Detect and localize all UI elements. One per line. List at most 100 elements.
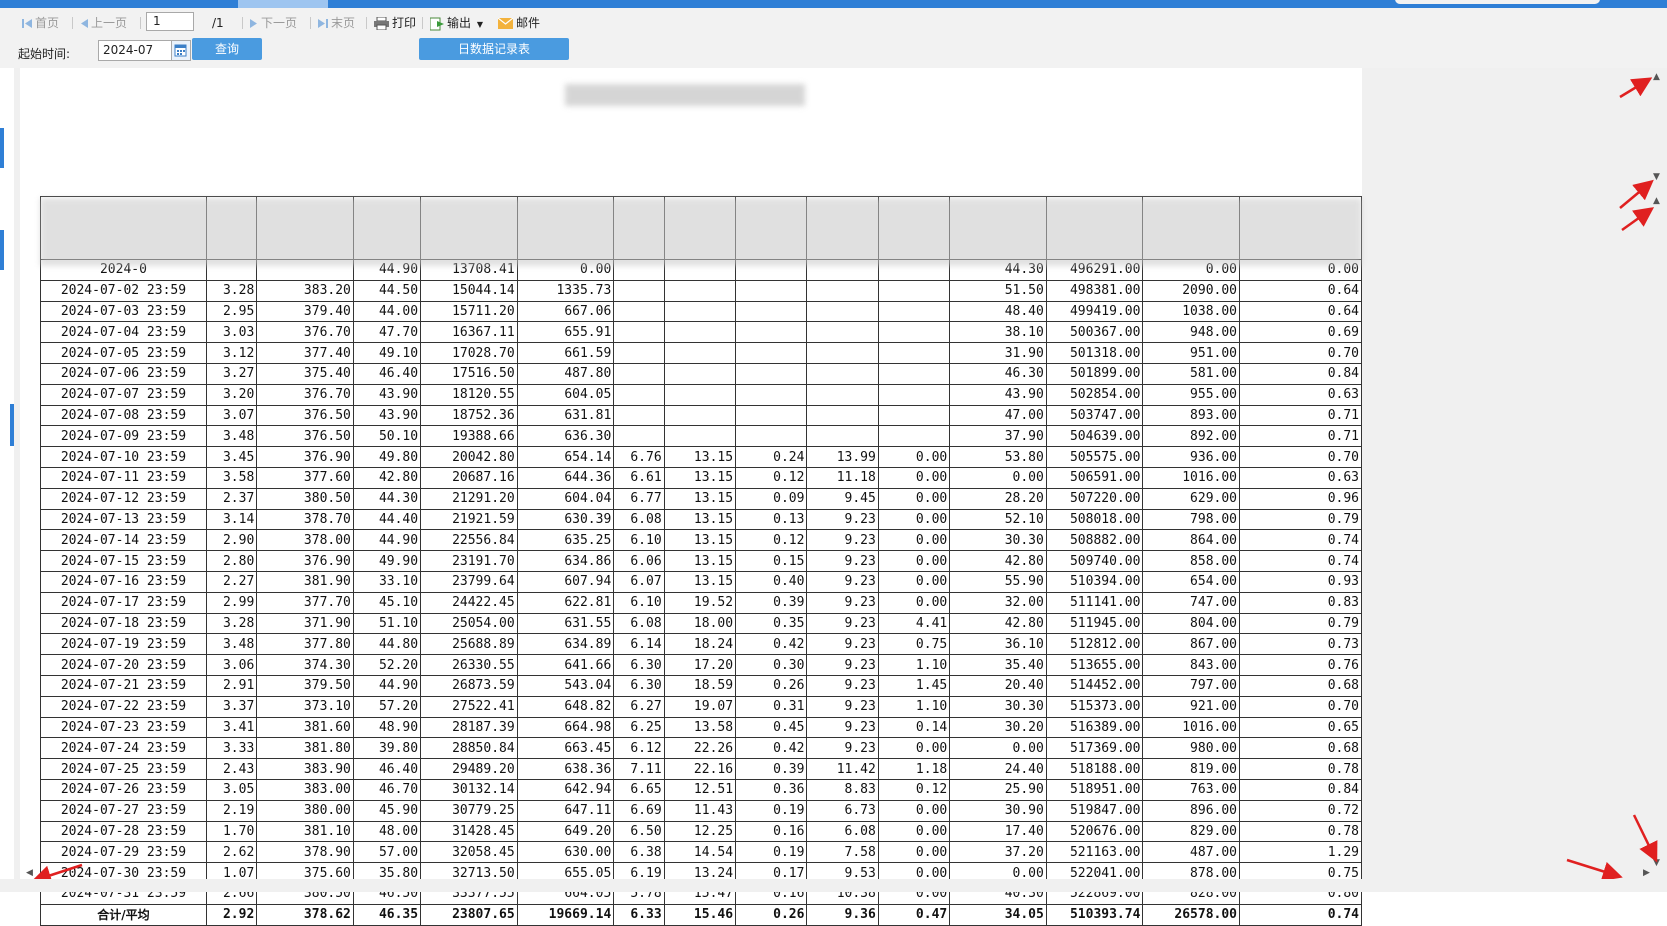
table-cell: 29489.20	[420, 758, 518, 780]
table-cell: 45.10	[352, 591, 422, 614]
daily-report-button[interactable]: 日数据记录表	[419, 38, 569, 60]
last-page-button[interactable]: 末页	[318, 15, 355, 31]
table-cell: 0.00	[877, 570, 951, 593]
table-cell: 0.78	[1239, 820, 1362, 843]
table-row: 2024-07-02 23:59 3.28 383.20 44.50 15044.14 1…	[40, 279, 1362, 302]
table-cell: 0.71	[1239, 425, 1362, 448]
mail-label: 邮件	[516, 16, 541, 30]
table-cell: 506591.00	[1045, 466, 1144, 489]
next-page-button[interactable]: 下一页	[250, 15, 297, 31]
search-pill[interactable]	[1395, 0, 1600, 4]
table-cell: 6.38	[613, 841, 665, 864]
table-cell: 893.00	[1142, 404, 1241, 427]
table-cell: 44.90	[352, 674, 422, 697]
table-row: 2024-07-25 23:59 2.43 383.90 46.40 29489.20 6…	[40, 758, 1362, 780]
table-cell: 26330.55	[420, 654, 518, 676]
table-cell: 19669.14	[516, 903, 615, 926]
table-cell: 661.59	[516, 342, 615, 364]
scroll-down-arrow[interactable]: ▼	[1653, 858, 1660, 868]
table-cell: 864.00	[1142, 529, 1241, 552]
scroll-down-arrow[interactable]: ▼	[1653, 172, 1660, 182]
query-button[interactable]: 查询	[192, 38, 262, 60]
table-cell: 2.91	[205, 674, 258, 697]
table-cell: 1.10	[877, 654, 951, 676]
table-cell	[663, 425, 737, 448]
table-cell: 9.23	[806, 716, 879, 739]
table-cell	[877, 383, 951, 406]
table-cell: 378.70	[256, 508, 354, 531]
side-tab[interactable]	[0, 128, 4, 168]
table-cell: 2024-07-09 23:59	[40, 425, 207, 448]
table-cell: 13.15	[663, 550, 737, 572]
active-tab[interactable]	[238, 0, 328, 8]
start-date-input[interactable]: 2024-07	[98, 40, 172, 61]
scroll-up-arrow[interactable]: ▲	[1653, 196, 1660, 206]
table-cell: 371.90	[256, 612, 354, 635]
table-cell	[613, 383, 665, 406]
table-row: 2024-07-12 23:59 2.37 380.50 44.30 21291.20 6…	[40, 487, 1362, 510]
table-row: 2024-07-04 23:59 3.03 376.70 47.70 16367.11 6…	[40, 321, 1362, 344]
scroll-left-arrow[interactable]: ◀	[26, 868, 33, 878]
first-page-button[interactable]: 首页	[22, 15, 59, 31]
scroll-up-arrow[interactable]: ▲	[1653, 72, 1660, 82]
table-cell: 43.90	[352, 383, 422, 406]
table-cell: 22.16	[663, 758, 737, 780]
table-cell: 896.00	[1142, 799, 1241, 822]
scroll-right-arrow[interactable]: ▶	[1643, 868, 1650, 878]
side-tab[interactable]	[0, 230, 4, 270]
table-cell: 17.20	[663, 654, 737, 676]
table-cell: 543.04	[516, 674, 615, 697]
table-cell: 25.90	[949, 778, 1047, 801]
table-cell: 0.19	[735, 799, 808, 822]
table-cell: 48.00	[352, 820, 422, 843]
table-row: 2024-07-11 23:59 3.58 377.60 42.80 20687.16 6…	[40, 466, 1362, 489]
table-cell: 6.07	[613, 570, 665, 593]
table-cell: 1016.00	[1142, 466, 1241, 489]
table-cell: 6.10	[613, 529, 665, 552]
table-cell: 654.00	[1142, 570, 1241, 593]
horizontal-scrollbar[interactable]	[0, 879, 1667, 892]
table-cell: 0.39	[735, 591, 808, 614]
table-cell: 3.48	[205, 425, 258, 448]
print-button[interactable]: 打印	[374, 15, 416, 31]
table-cell: 0.42	[735, 633, 808, 656]
table-cell: 20.40	[949, 674, 1047, 697]
table-cell: 28187.39	[420, 716, 518, 739]
table-cell: 3.14	[205, 508, 258, 531]
table-cell: 13.58	[663, 716, 737, 739]
page-number-input[interactable]: 1	[146, 12, 194, 31]
table-cell: 14.54	[663, 841, 737, 864]
table-cell: 9.23	[806, 529, 879, 552]
table-cell	[806, 362, 879, 385]
export-button[interactable]: 输出 ▼	[430, 15, 483, 31]
table-cell: 500367.00	[1045, 321, 1144, 344]
calendar-button[interactable]	[172, 40, 191, 61]
table-cell: 0.16	[735, 820, 808, 843]
table-cell: 2024-07-20 23:59	[40, 654, 207, 676]
table-cell: 13.15	[663, 508, 737, 531]
table-cell: 6.77	[613, 487, 665, 510]
table-cell: 487.00	[1142, 841, 1241, 864]
table-cell: 11.42	[806, 758, 879, 780]
table-cell: 3.05	[205, 778, 258, 801]
table-cell: 33.10	[352, 570, 422, 593]
table-cell: 57.20	[352, 695, 422, 718]
table-cell: 30.30	[949, 695, 1047, 718]
table-cell: 654.14	[516, 446, 615, 468]
report-viewer: 2024-0 44.90 13708.41 0.00 44.30 496291.00 0.0…	[14, 68, 1667, 926]
table-cell	[613, 279, 665, 302]
table-cell: 43.90	[949, 383, 1047, 406]
table-cell: 19388.66	[420, 425, 518, 448]
table-cell: 664.98	[516, 716, 615, 739]
table-cell: 6.50	[613, 820, 665, 843]
table-cell: 829.00	[1142, 820, 1241, 843]
prev-page-button[interactable]: 上一页	[80, 15, 127, 31]
data-table: 2024-0 44.90 13708.41 0.00 44.30 496291.00 0.0…	[40, 196, 1362, 926]
table-cell: 2.95	[205, 300, 258, 323]
table-cell: 0.00	[877, 508, 951, 531]
table-cell: 644.36	[516, 466, 615, 489]
table-cell	[663, 342, 737, 364]
mail-button[interactable]: 邮件	[498, 15, 540, 31]
last-page-icon	[318, 19, 328, 28]
table-row: 2024-07-06 23:59 3.27 375.40 46.40 17516.50 4…	[40, 362, 1362, 385]
